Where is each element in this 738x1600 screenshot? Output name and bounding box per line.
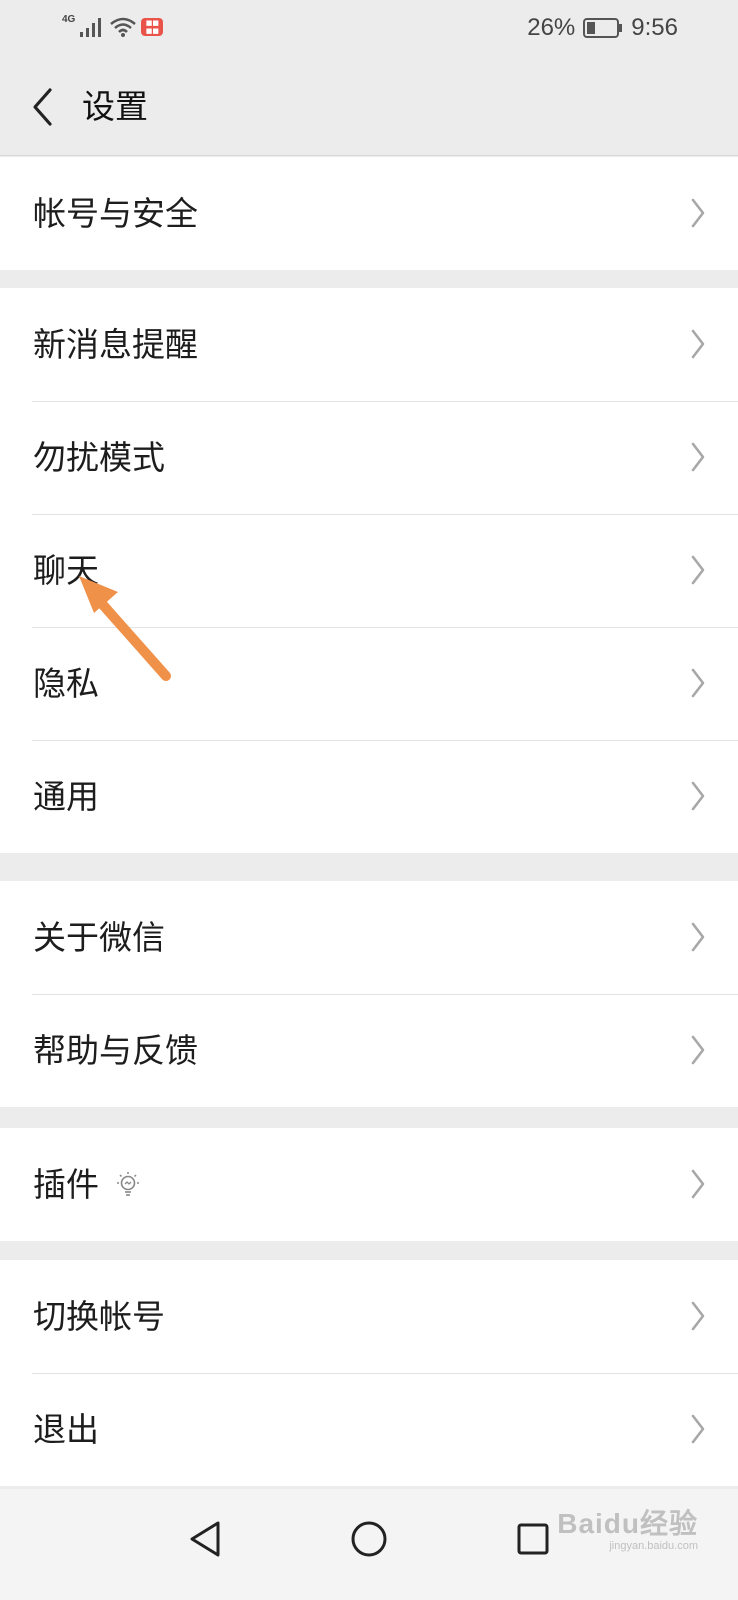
nav-home-button[interactable] (339, 1509, 399, 1569)
settings-item-plugins[interactable]: 插件 (0, 1128, 738, 1241)
network-type: 4G (62, 13, 76, 25)
settings-item-label: 新消息提醒 (33, 325, 198, 364)
triangle-back-icon (190, 1521, 220, 1557)
settings-group-plugins: 插件 (0, 1128, 738, 1241)
settings-item-chat[interactable]: 聊天 (0, 514, 738, 627)
watermark-brand: Baidu经验 (557, 1508, 698, 1539)
settings-item-label: 隐私 (33, 664, 99, 703)
nav-recents-button[interactable] (503, 1509, 563, 1569)
settings-item-label: 聊天 (33, 551, 99, 590)
back-button[interactable] (22, 84, 62, 130)
settings-item-label: 退出 (33, 1410, 99, 1449)
page-title: 设置 (82, 87, 148, 126)
battery-icon (583, 18, 623, 38)
chevron-right-icon (691, 1301, 705, 1331)
settings-item-account-security[interactable]: 帐号与安全 (0, 157, 738, 270)
chevron-left-icon (33, 88, 52, 126)
baidu-watermark: Baidu经验 jingyan.baidu.com (557, 1502, 698, 1552)
chevron-right-icon (691, 442, 705, 472)
square-recents-icon (517, 1523, 549, 1555)
watermark-url: jingyan.baidu.com (609, 1540, 698, 1552)
settings-item-about-wechat[interactable]: 关于微信 (0, 881, 738, 994)
chevron-right-icon (691, 1035, 705, 1065)
signal-icon (80, 18, 102, 37)
settings-group-about: 关于微信 帮助与反馈 (0, 881, 738, 1107)
settings-item-general[interactable]: 通用 (0, 740, 738, 853)
settings-item-label: 勿扰模式 (33, 438, 165, 477)
app-header: 设置 (0, 58, 738, 156)
nav-back-button[interactable] (175, 1509, 235, 1569)
settings-item-label-with-icon: 插件 (33, 1128, 141, 1241)
settings-group-session: 切换帐号 退出 (0, 1260, 738, 1486)
settings-item-do-not-disturb[interactable]: 勿扰模式 (0, 401, 738, 514)
settings-item-label: 帮助与反馈 (33, 1031, 198, 1070)
settings-item-label: 切换帐号 (33, 1297, 165, 1336)
settings-item-label: 帐号与安全 (33, 194, 198, 233)
settings-item-help-feedback[interactable]: 帮助与反馈 (0, 994, 738, 1107)
settings-item-label: 插件 (33, 1165, 99, 1204)
clock: 9:56 (631, 14, 678, 41)
status-bar: 4G ■■ ■■ 26% 9:56 (0, 0, 738, 58)
status-right: 26% 9:56 (527, 14, 678, 42)
settings-item-privacy[interactable]: 隐私 (0, 627, 738, 740)
lightbulb-icon (117, 1171, 139, 1196)
chevron-right-icon (691, 198, 705, 228)
settings-group-account: 帐号与安全 (0, 157, 738, 270)
chevron-right-icon (691, 781, 705, 811)
chevron-right-icon (691, 668, 705, 698)
chevron-right-icon (691, 1414, 705, 1444)
wifi-icon (110, 17, 137, 37)
chevron-right-icon (691, 555, 705, 585)
settings-group-preferences: 新消息提醒 勿扰模式 聊天 隐私 通用 (0, 288, 738, 853)
settings-item-label: 通用 (33, 777, 99, 816)
settings-item-log-out[interactable]: 退出 (0, 1373, 738, 1486)
status-left: 4G ■■ ■■ (62, 13, 164, 38)
chevron-right-icon (691, 922, 705, 952)
battery-percent: 26% (527, 14, 576, 41)
settings-item-switch-account[interactable]: 切换帐号 (0, 1260, 738, 1373)
chevron-right-icon (691, 329, 705, 359)
chevron-right-icon (691, 1169, 705, 1199)
circle-home-icon (351, 1521, 387, 1557)
app-notification-icon: ■■ ■■ (141, 18, 164, 36)
settings-item-label: 关于微信 (33, 918, 165, 957)
settings-item-notifications[interactable]: 新消息提醒 (0, 288, 738, 401)
